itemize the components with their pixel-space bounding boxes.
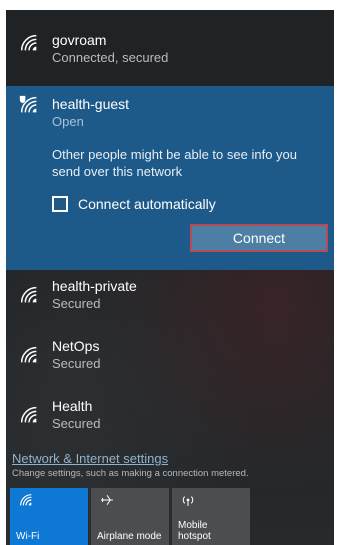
- network-item-health[interactable]: Health Secured: [6, 394, 334, 442]
- network-settings-link[interactable]: Network & Internet settings: [12, 451, 168, 466]
- wifi-tile-label: Wi-Fi: [16, 531, 40, 542]
- wifi-toggle-tile[interactable]: Wi-Fi: [10, 488, 88, 545]
- network-item-health-guest[interactable]: health-guest Open Other people might be …: [6, 86, 334, 270]
- network-name: health-guest: [52, 96, 130, 112]
- network-name: health-private: [52, 278, 137, 294]
- wifi-icon: [20, 494, 32, 506]
- network-status: Secured: [52, 356, 101, 371]
- wifi-icon: [20, 406, 37, 423]
- airplane-mode-tile[interactable]: Airplane mode: [91, 488, 169, 545]
- connect-automatically-row[interactable]: Connect automatically: [52, 194, 216, 214]
- network-item-govroam[interactable]: govroam Connected, secured: [6, 24, 334, 72]
- network-status: Open: [52, 114, 84, 129]
- wifi-icon: [20, 286, 37, 303]
- wifi-icon: [20, 34, 37, 51]
- hotspot-tile-label: Mobile hotspot: [178, 520, 211, 542]
- wifi-icon: [20, 346, 37, 363]
- network-flyout: govroam Connected, secured health-guest …: [6, 10, 334, 545]
- network-name: govroam: [52, 32, 107, 48]
- network-name: Health: [52, 398, 93, 414]
- network-settings-description: Change settings, such as making a connec…: [12, 468, 249, 479]
- network-status: Secured: [52, 296, 101, 311]
- mobile-hotspot-tile[interactable]: Mobile hotspot: [172, 488, 250, 545]
- network-status: Secured: [52, 416, 101, 431]
- connect-automatically-label: Connect automatically: [78, 196, 216, 212]
- network-status: Connected, secured: [52, 50, 169, 65]
- network-item-health-private[interactable]: health-private Secured: [6, 274, 334, 322]
- hotspot-icon: [182, 496, 194, 506]
- quick-actions: Wi-Fi Airplane mode Mobile hotspot: [10, 488, 250, 545]
- network-item-netops[interactable]: NetOps Secured: [6, 334, 334, 382]
- network-name: NetOps: [52, 338, 100, 354]
- connect-button[interactable]: Connect: [190, 224, 328, 252]
- airplane-icon: [101, 495, 113, 505]
- airplane-tile-label: Airplane mode: [97, 531, 162, 542]
- open-network-warning: Other people might be able to see info y…: [52, 147, 297, 179]
- open-wifi-shield-icon: [19, 95, 37, 113]
- connect-automatically-checkbox[interactable]: [52, 196, 68, 212]
